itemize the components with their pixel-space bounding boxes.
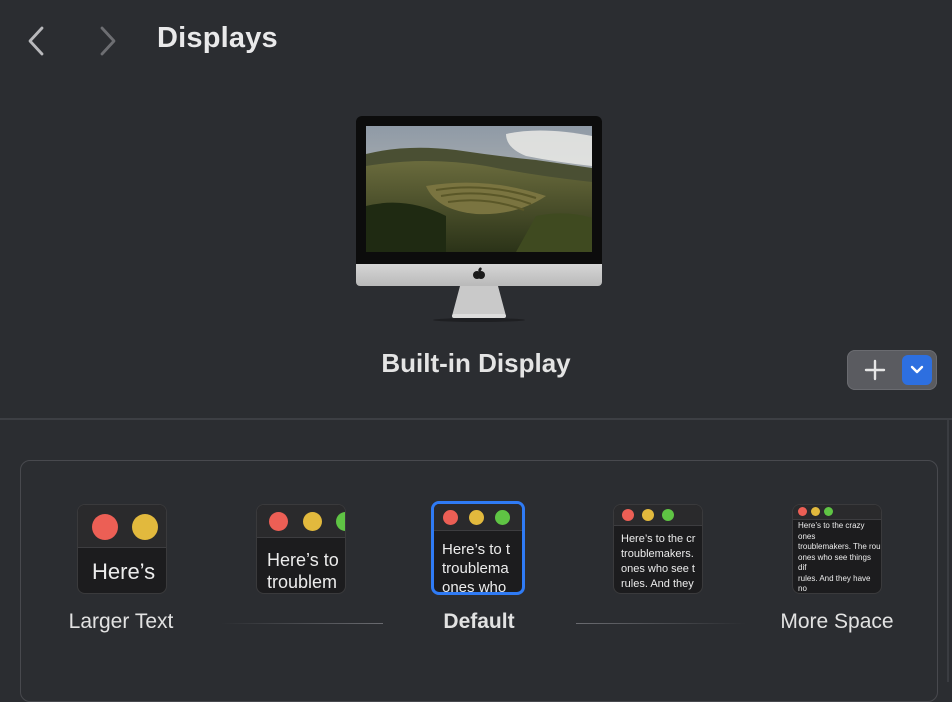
close-dot-icon (622, 509, 634, 521)
chevron-right-icon (100, 26, 116, 56)
zoom-dot-icon (495, 510, 510, 525)
section-divider (0, 418, 952, 420)
back-button[interactable] (20, 24, 52, 58)
plus-icon (864, 359, 886, 381)
add-display-button[interactable] (847, 350, 903, 390)
resolution-slider-track-right (576, 623, 746, 624)
minimize-dot-icon (642, 509, 654, 521)
preview-text: Here’s to t troublema ones who (442, 541, 511, 595)
resolution-label-more-space: More Space (780, 610, 894, 633)
minimize-dot-icon (132, 514, 158, 540)
monitor-stand (356, 286, 602, 322)
minimize-dot-icon (303, 512, 322, 531)
close-dot-icon (92, 514, 118, 540)
close-dot-icon (443, 510, 458, 525)
resolution-label-larger-text: Larger Text (68, 610, 174, 633)
toolbar: Displays (0, 0, 952, 80)
minimize-dot-icon (811, 507, 820, 516)
wallpaper-image (366, 126, 592, 252)
resolution-preview: Here’s to troublem (256, 504, 346, 594)
resolution-slider-track-left (221, 623, 383, 624)
display-name-label: Built-in Display (381, 348, 571, 378)
display-arrangement: Built-in Display (0, 80, 952, 418)
zoom-dot-icon (824, 507, 833, 516)
add-display-menu-button[interactable] (902, 355, 932, 385)
built-in-display-thumbnail[interactable] (356, 116, 602, 326)
monitor-bezel (356, 116, 602, 264)
resolution-preview: Here’s (77, 504, 167, 594)
minimize-dot-icon (469, 510, 484, 525)
resolution-option-larger-text[interactable]: Here’s (77, 504, 167, 594)
preview-text: Here’s (92, 559, 156, 584)
resolution-label-default: Default (443, 610, 515, 633)
resolution-preview: Here’s to t troublema ones who (431, 501, 525, 595)
resolution-option-more-space[interactable]: Here’s to the crazy ones troublemakers. … (792, 504, 882, 594)
preview-text: Here’s to the crazy ones troublemakers. … (798, 521, 881, 593)
resolution-preview: Here’s to the cr troublemakers. ones who… (613, 504, 703, 594)
page-title: Displays (157, 22, 278, 54)
resolution-preview: Here’s to the crazy ones troublemakers. … (792, 504, 882, 594)
scrollbar[interactable] (947, 420, 949, 682)
chevron-left-icon (28, 26, 44, 56)
zoom-dot-icon (662, 509, 674, 521)
resolution-panel: Here’s Larger Text Here’s to troublem He… (20, 460, 938, 702)
resolution-option-2[interactable]: Here’s to troublem (256, 504, 346, 594)
close-dot-icon (269, 512, 288, 531)
add-display-control[interactable] (847, 350, 937, 390)
preview-text: Here’s to the cr troublemakers. ones who… (621, 533, 696, 590)
close-dot-icon (798, 507, 807, 516)
apple-logo-icon (472, 267, 486, 281)
preview-text: Here’s to troublem (267, 550, 339, 592)
resolution-option-4[interactable]: Here’s to the cr troublemakers. ones who… (613, 504, 703, 594)
forward-button[interactable] (92, 24, 124, 58)
chevron-down-icon (910, 365, 924, 374)
resolution-option-default[interactable]: Here’s to t troublema ones who (431, 501, 528, 598)
